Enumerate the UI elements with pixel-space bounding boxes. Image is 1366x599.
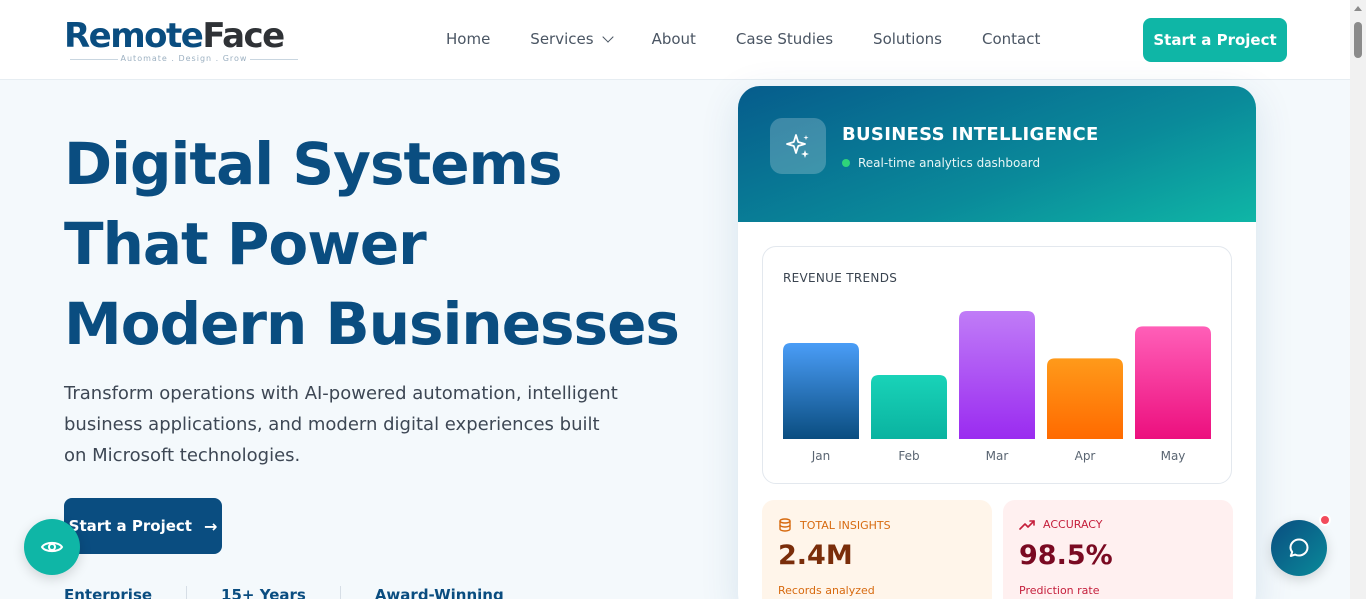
scroll-up-icon[interactable] <box>1354 6 1362 11</box>
logo-wordmark: RemoteFace <box>64 16 285 56</box>
x-tick-label-may: May <box>1161 449 1186 463</box>
scrollbar-thumb[interactable] <box>1354 22 1362 58</box>
arrow-right-icon: → <box>203 516 218 536</box>
chat-notification-badge <box>1319 514 1331 526</box>
chat-button[interactable] <box>1271 520 1327 576</box>
eye-icon <box>40 541 64 553</box>
hero-description: Transform operations with AI-powered aut… <box>64 383 618 466</box>
stat-years: 15+ Years <box>221 586 341 599</box>
bar-mar[interactable] <box>959 311 1035 439</box>
bi-card-title: BUSINESS INTELLIGENCE <box>842 124 1099 145</box>
total-insights-label: TOTAL INSIGHTS <box>778 518 891 532</box>
nav-solutions[interactable]: Solutions <box>873 30 942 48</box>
x-tick-label-apr: Apr <box>1075 449 1096 463</box>
bi-card-header: BUSINESS INTELLIGENCE Real-time analytic… <box>738 86 1256 222</box>
hero-title: Digital Systems That Power Modern Busine… <box>64 130 680 358</box>
page-scrollbar[interactable] <box>1350 0 1366 599</box>
stat-award: Award-Winning <box>374 586 504 599</box>
nav-services[interactable]: Services <box>530 30 614 48</box>
header-start-project-button[interactable]: Start a Project <box>1143 18 1287 62</box>
hero-start-project-button[interactable]: Start a Project → <box>64 498 222 554</box>
logo-tagline: Automate . Design . Grow <box>64 54 304 63</box>
total-insights-note: Records analyzed <box>778 584 875 597</box>
accuracy-card: ACCURACY 98.5% Prediction rate <box>1003 500 1233 599</box>
trending-up-icon <box>1019 519 1035 530</box>
accuracy-label: ACCURACY <box>1019 518 1102 531</box>
bar-apr[interactable] <box>1047 358 1123 439</box>
x-tick-label-mar: Mar <box>986 449 1009 463</box>
total-insights-card: TOTAL INSIGHTS 2.4M Records analyzed <box>762 500 992 599</box>
chat-icon <box>1289 538 1309 557</box>
live-status-dot <box>842 159 850 167</box>
main-nav: Home Services About Case Studies Solutio… <box>446 30 1080 48</box>
x-tick-label-feb: Feb <box>898 449 919 463</box>
hero-stats: Enterprise 15+ Years Award-Winning <box>64 586 572 599</box>
sparkle-icon <box>770 118 826 174</box>
site-header: RemoteFace Automate . Design . Grow Home… <box>0 0 1350 80</box>
logo[interactable]: RemoteFace Automate . Design . Grow <box>64 16 309 66</box>
nav-case-studies[interactable]: Case Studies <box>736 30 833 48</box>
stat-enterprise: Enterprise <box>64 586 188 599</box>
database-icon <box>779 518 791 532</box>
accuracy-value: 98.5% <box>1019 540 1113 571</box>
chevron-down-icon <box>601 31 614 43</box>
bi-card-subtitle: Real-time analytics dashboard <box>842 156 1040 170</box>
total-insights-value: 2.4M <box>778 540 853 571</box>
bar-may[interactable] <box>1135 326 1211 439</box>
accessibility-view-button[interactable] <box>24 519 80 575</box>
business-intelligence-card: BUSINESS INTELLIGENCE Real-time analytic… <box>738 86 1256 599</box>
revenue-trends-chart: REVENUE TRENDS Jan Feb Mar Apr May <box>762 246 1232 484</box>
x-tick-label-jan: Jan <box>811 449 831 463</box>
bar-feb[interactable] <box>871 375 947 439</box>
nav-about[interactable]: About <box>652 30 696 48</box>
bar-jan[interactable] <box>783 343 859 439</box>
accuracy-note: Prediction rate <box>1019 584 1100 597</box>
revenue-bar-chart: Jan Feb Mar Apr May <box>783 311 1211 463</box>
nav-home[interactable]: Home <box>446 30 490 48</box>
nav-contact[interactable]: Contact <box>982 30 1040 48</box>
